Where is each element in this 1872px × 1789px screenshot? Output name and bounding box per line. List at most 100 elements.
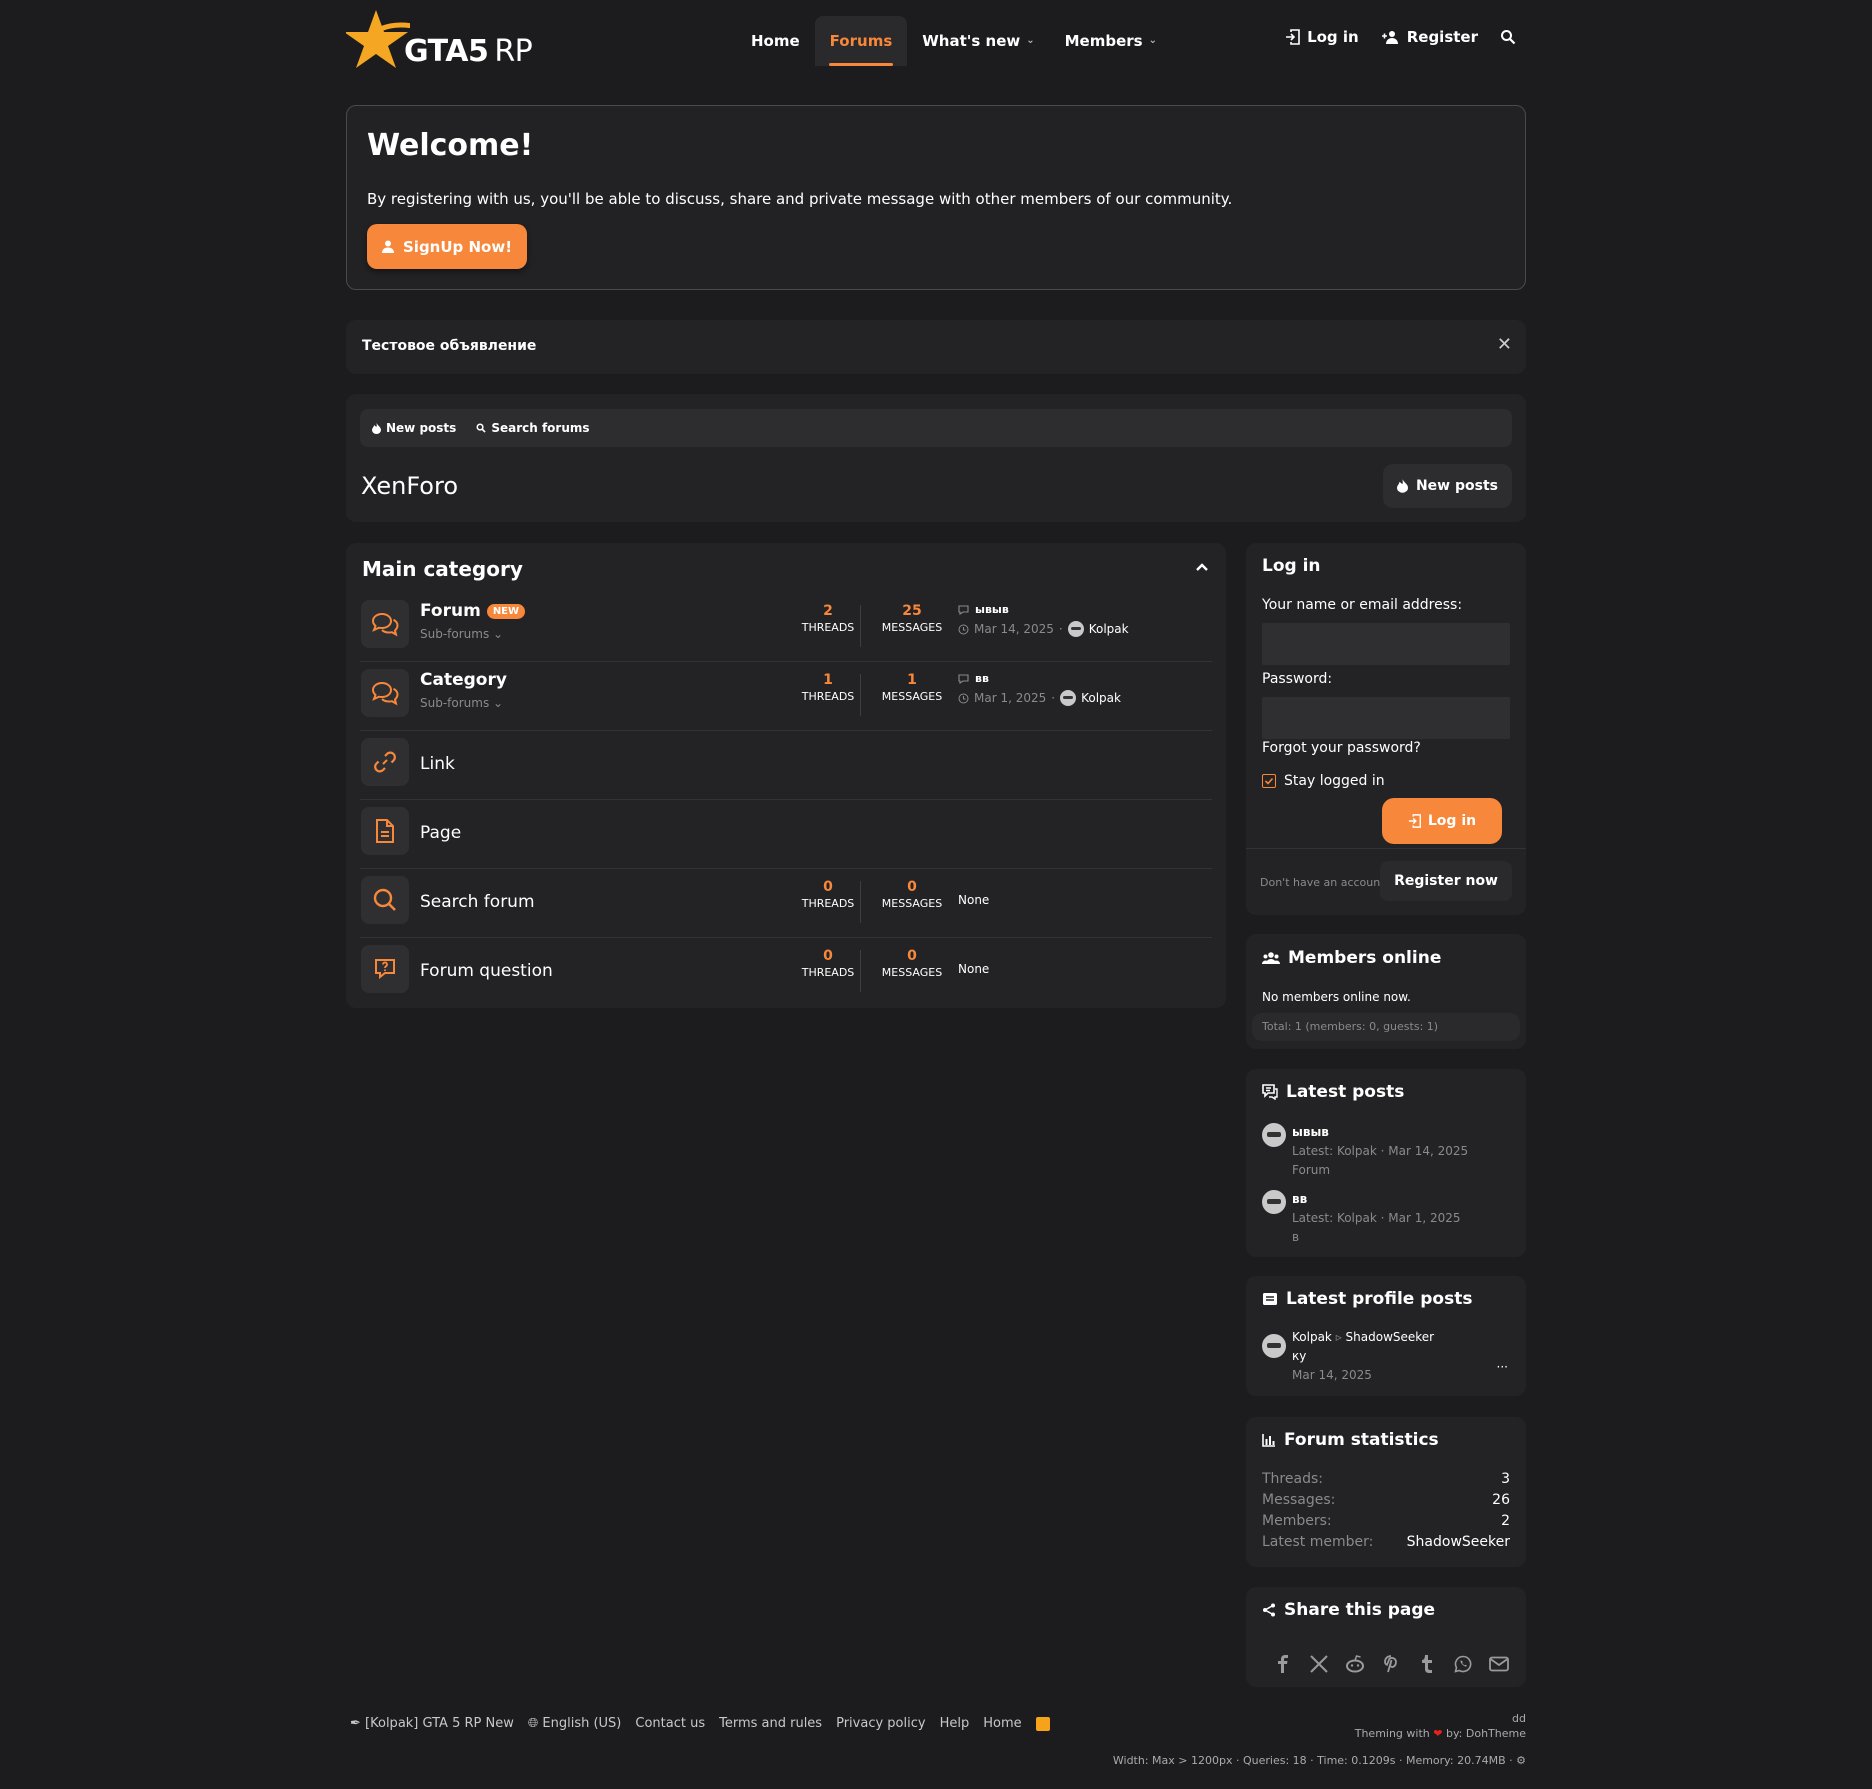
post-forum[interactable]: Forum (1292, 1161, 1468, 1180)
forum-statistics-header[interactable]: Forum statistics (1262, 1430, 1439, 1450)
latest-profile-posts-header[interactable]: Latest profile posts (1262, 1289, 1472, 1309)
node-page[interactable]: Page (360, 800, 1212, 869)
comments-icon (1262, 1084, 1278, 1100)
node-forum-question[interactable]: Forum question 0 THREADS 0 MESSAGES None (360, 938, 1212, 1006)
welcome-title: Welcome! (367, 128, 534, 163)
avatar[interactable] (1067, 621, 1084, 637)
site-logo[interactable]: GTA5 RP (346, 8, 533, 72)
facebook-icon[interactable] (1272, 1653, 1294, 1675)
close-icon[interactable]: ✕ (1497, 334, 1512, 355)
list-item[interactable]: ывыв Latest: Kolpak · Mar 14, 2025 Forum (1262, 1123, 1468, 1180)
node-title[interactable]: Search forum (420, 892, 535, 912)
new-posts-button-label: New posts (1415, 478, 1498, 494)
list-item[interactable]: вв Latest: Kolpak · Mar 1, 2025 в (1262, 1190, 1461, 1247)
node-link[interactable]: Link (360, 731, 1212, 800)
name-input[interactable] (1262, 623, 1510, 665)
last-post-title[interactable]: вв (975, 672, 989, 685)
node-title[interactable]: Forum NEW (420, 601, 526, 621)
messages-stat: 0 MESSAGES (870, 879, 954, 910)
name-label: Your name or email address: (1262, 597, 1463, 613)
node-title[interactable]: Forum question (420, 961, 553, 981)
language-chooser[interactable]: 🌐︎ English (US) (528, 1716, 622, 1731)
post-title[interactable]: вв (1292, 1190, 1461, 1209)
subnav-new-posts[interactable]: New posts (372, 421, 456, 435)
email-icon[interactable] (1488, 1653, 1510, 1675)
node-forum[interactable]: Forum NEW Sub-forums ⌄ 2 THREADS 25 MESSAGE… (360, 593, 1212, 662)
nav-home[interactable]: Home (736, 16, 815, 66)
nav-forums[interactable]: Forums (814, 16, 908, 66)
last-post-none: None (958, 893, 990, 907)
login-link[interactable]: Log in (1285, 28, 1359, 46)
post-meta: Latest: Kolpak · Mar 14, 2025 (1292, 1144, 1469, 1158)
password-input[interactable] (1262, 697, 1510, 739)
link-icon (361, 738, 409, 786)
whatsapp-icon[interactable] (1452, 1653, 1474, 1675)
post-title[interactable]: ывыв (1292, 1123, 1468, 1142)
avatar[interactable] (1262, 1190, 1286, 1214)
subnav-search-forums[interactable]: Search forums (476, 421, 590, 435)
help-link[interactable]: Help (940, 1716, 970, 1731)
contact-us-link[interactable]: Contact us (635, 1716, 705, 1731)
node-title[interactable]: Link (420, 754, 455, 774)
search-icon[interactable] (1500, 29, 1516, 45)
privacy-link[interactable]: Privacy policy (836, 1716, 925, 1731)
register-link[interactable]: Register (1381, 28, 1478, 46)
category-title[interactable]: Main category (362, 557, 523, 581)
sub-forums-toggle[interactable]: Sub-forums ⌄ (420, 627, 503, 641)
last-post-user[interactable]: Kolpak (1089, 622, 1129, 636)
login-button[interactable]: Log in (1382, 798, 1502, 844)
x-icon[interactable] (1308, 1653, 1330, 1675)
profile-post-date[interactable]: Mar 14, 2025 (1292, 1366, 1434, 1385)
new-posts-button[interactable]: New posts (1382, 464, 1512, 508)
logo-text-rp: RP (494, 33, 533, 69)
forgot-password-link[interactable]: Forgot your password? (1262, 740, 1421, 756)
more-options-icon[interactable]: ··· (1497, 1360, 1508, 1374)
nav-members[interactable]: Members ⌄ (1050, 16, 1172, 66)
terms-link[interactable]: Terms and rules (719, 1716, 822, 1731)
last-post-date[interactable]: Mar 14, 2025 (974, 622, 1054, 636)
profile-post-to[interactable]: ShadowSeeker (1346, 1330, 1435, 1344)
node-title[interactable]: Page (420, 823, 461, 843)
avatar[interactable] (1262, 1334, 1286, 1358)
avatar[interactable] (1262, 1123, 1286, 1147)
latest-member-link[interactable]: ShadowSeeker (1407, 1534, 1510, 1550)
notice-bar: Тестовое объявление ✕ (346, 320, 1526, 374)
share-widget: Share this page (1246, 1587, 1526, 1687)
last-post-user[interactable]: Kolpak (1081, 691, 1121, 705)
latest-posts-header[interactable]: Latest posts (1262, 1082, 1404, 1102)
theming-post[interactable]: by: DohTheme (1446, 1727, 1526, 1740)
nav-whats-new[interactable]: What's new ⌄ (907, 16, 1049, 66)
divider (860, 674, 861, 716)
chevron-up-icon[interactable] (1192, 557, 1212, 577)
node-search-forum[interactable]: Search forum 0 THREADS 0 MESSAGES None (360, 869, 1212, 938)
members-online-header[interactable]: Members online (1262, 948, 1441, 968)
reddit-icon[interactable] (1344, 1653, 1366, 1675)
profile-post-from[interactable]: Kolpak (1292, 1330, 1332, 1344)
stay-logged-in-checkbox[interactable]: Stay logged in (1262, 773, 1385, 789)
avatar[interactable] (1060, 690, 1077, 706)
last-post-title[interactable]: ывыв (975, 603, 1009, 616)
gear-icon[interactable]: ⚙ (1516, 1754, 1526, 1767)
last-post-date[interactable]: Mar 1, 2025 (974, 691, 1046, 705)
home-link[interactable]: Home (983, 1716, 1021, 1731)
chevron-down-icon[interactable]: ⌄ (1149, 17, 1157, 65)
style-chooser[interactable]: ✒ [Kolpak] GTA 5 RP New (350, 1716, 514, 1731)
checkbox-icon[interactable] (1262, 774, 1276, 788)
node-title[interactable]: Category (420, 670, 507, 690)
messages-label: MESSAGES (881, 966, 943, 979)
stay-logged-in-label: Stay logged in (1284, 773, 1385, 789)
chevron-down-icon[interactable]: ⌄ (1026, 17, 1034, 65)
rss-icon[interactable] (1035, 1716, 1050, 1731)
post-forum[interactable]: в (1292, 1228, 1461, 1247)
list-item[interactable]: Kolpak ▹ ShadowSeeker ку Mar 14, 2025 (1262, 1328, 1434, 1385)
globe-icon: 🌐︎ (527, 1716, 539, 1731)
node-category[interactable]: Category Sub-forums ⌄ 1 THREADS 1 MESSAGES… (360, 662, 1212, 731)
register-now-button[interactable]: Register now (1380, 861, 1512, 901)
tumblr-icon[interactable] (1416, 1653, 1438, 1675)
comment-icon (958, 604, 969, 615)
sub-forums-toggle[interactable]: Sub-forums ⌄ (420, 696, 503, 710)
threads-label: THREADS (801, 621, 855, 634)
register-label: Register (1406, 28, 1478, 46)
signup-button[interactable]: SignUp Now! (367, 224, 528, 269)
pinterest-icon[interactable] (1380, 1653, 1402, 1675)
